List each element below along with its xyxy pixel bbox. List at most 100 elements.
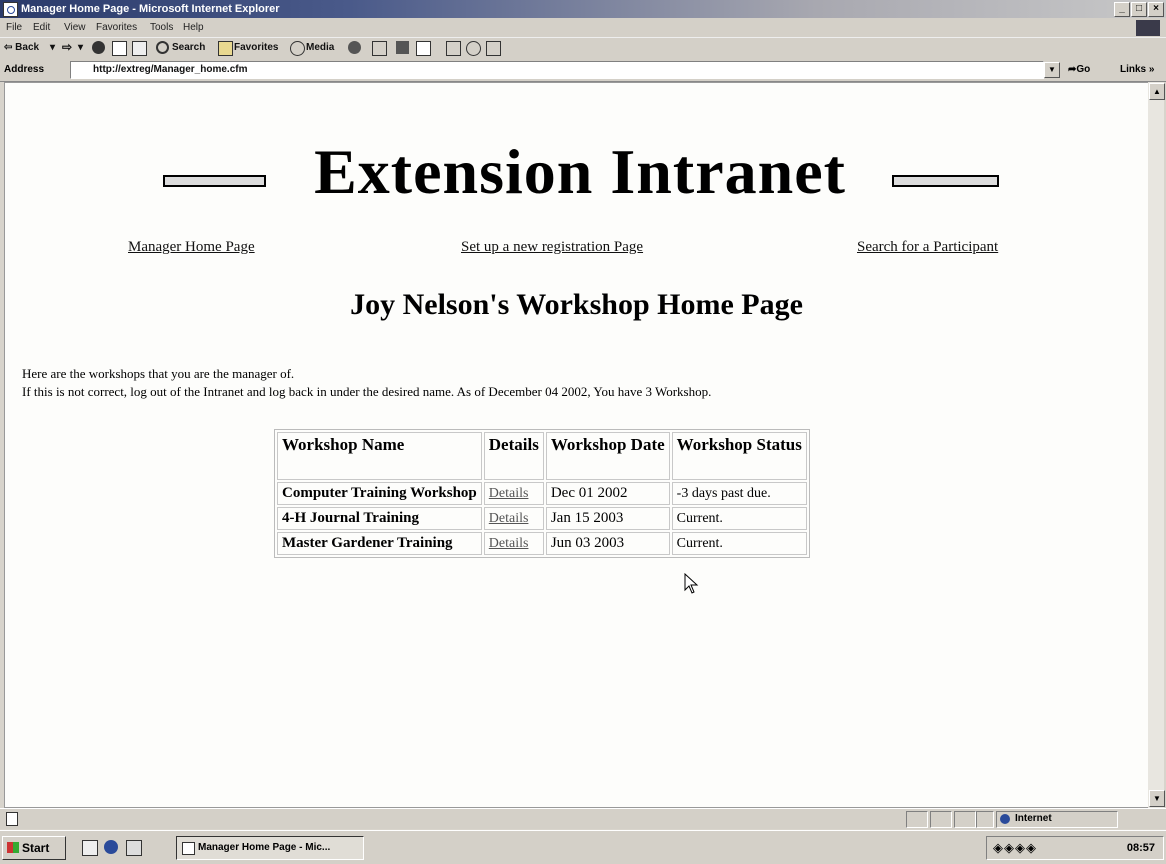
header-workshop-status: Workshop Status [671, 432, 807, 480]
taskbar-item-ie[interactable]: Manager Home Page - Mic... [176, 836, 364, 860]
globe-icon [1000, 814, 1010, 824]
table-row: Computer Training Workshop Details Dec 0… [277, 482, 807, 505]
vertical-scrollbar[interactable]: ▲ ▼ [1148, 82, 1165, 808]
page-content: Extension Intranet Manager Home Page Set… [4, 82, 1149, 808]
standard-toolbar: ⇦ Back ▾ ⇨ ▾ Search Favorites Media [0, 37, 1166, 61]
refresh-icon[interactable] [112, 41, 127, 56]
close-button[interactable]: × [1148, 2, 1164, 17]
stop-icon[interactable] [92, 41, 105, 54]
window-controls: _ □ × [1114, 2, 1164, 17]
nav-link-new-registration[interactable]: Set up a new registration Page [461, 239, 643, 256]
banner-bar-left [163, 175, 266, 187]
go-button[interactable]: ➦Go [1068, 64, 1090, 75]
windows-logo-icon [7, 842, 19, 853]
workshop-table: Workshop Name Details Workshop Date Work… [274, 429, 810, 558]
discuss-icon[interactable] [446, 41, 461, 56]
scroll-up-icon[interactable]: ▲ [1149, 83, 1165, 100]
details-link[interactable]: Details [483, 507, 544, 530]
menu-bar: File Edit View Favorites Tools Help [0, 18, 1166, 37]
workshop-status: Current. [671, 532, 807, 555]
minimize-button[interactable]: _ [1114, 2, 1130, 17]
status-bar: Internet [0, 808, 1166, 829]
intro-line-2: If this is not correct, log out of the I… [22, 384, 712, 399]
search-button[interactable]: Search [172, 42, 205, 53]
nav-link-search-participant[interactable]: Search for a Participant [857, 239, 998, 256]
system-tray: ◈◈◈◈ 08:57 [986, 836, 1164, 860]
history-icon[interactable] [348, 41, 361, 54]
address-dropdown-icon[interactable]: ▼ [1044, 62, 1060, 78]
address-input[interactable]: http://extreg/Manager_home.cfm [70, 61, 1044, 79]
banner-bar-right [892, 175, 999, 187]
clock[interactable]: 08:57 [1127, 842, 1155, 854]
ie-icon [182, 842, 195, 855]
home-icon[interactable] [132, 41, 147, 56]
page-icon [6, 812, 18, 826]
ie-icon [3, 2, 18, 17]
menu-file[interactable]: File [6, 22, 22, 33]
window-title-bar[interactable]: Manager Home Page - Microsoft Internet E… [0, 0, 1166, 18]
favorites-icon [218, 41, 233, 56]
tray-icons[interactable]: ◈◈◈◈ [993, 840, 1037, 856]
start-label: Start [22, 841, 50, 855]
messenger-icon[interactable] [466, 41, 481, 56]
workshop-status: Current. [671, 507, 807, 530]
workshop-date: Jun 03 2003 [545, 532, 670, 555]
taskbar-item-label: Manager Home Page - Mic... [198, 842, 331, 853]
menu-help[interactable]: Help [183, 22, 204, 33]
address-label: Address [4, 64, 45, 75]
mail-icon[interactable] [372, 41, 387, 56]
show-desktop-icon[interactable] [82, 840, 98, 856]
details-link[interactable]: Details [483, 532, 544, 555]
menu-tools[interactable]: Tools [150, 22, 173, 33]
workshop-status: -3 days past due. [671, 482, 807, 505]
ie-quicklaunch-icon[interactable] [104, 840, 118, 854]
search-icon [156, 41, 169, 54]
address-bar: Address http://extreg/Manager_home.cfm ▼… [0, 59, 1166, 82]
taskbar: Start Manager Home Page - Mic... ◈◈◈◈ 08… [0, 830, 1166, 864]
user-icon[interactable] [486, 41, 501, 56]
menu-edit[interactable]: Edit [33, 22, 50, 33]
header-workshop-name: Workshop Name [277, 432, 482, 480]
status-panel [930, 811, 952, 828]
media-icon [290, 41, 305, 56]
forward-dropdown-icon[interactable]: ▾ [78, 42, 83, 53]
back-button[interactable]: ⇦ Back [4, 42, 39, 53]
intro-line-1: Here are the workshops that you are the … [22, 366, 295, 381]
workshop-date: Jan 15 2003 [545, 507, 670, 530]
site-banner: Extension Intranet [5, 136, 1148, 223]
page-heading: Joy Nelson's Workshop Home Page [350, 288, 803, 321]
word-edit-icon[interactable] [416, 41, 431, 56]
start-button[interactable]: Start [2, 836, 66, 860]
site-title: Extension Intranet [314, 136, 846, 207]
print-icon[interactable] [396, 41, 409, 54]
mouse-cursor-icon [684, 573, 699, 594]
table-row: Master Gardener Training Details Jun 03 … [277, 532, 807, 555]
back-dropdown-icon[interactable]: ▾ [50, 42, 55, 53]
status-panel [906, 811, 928, 828]
media-button[interactable]: Media [306, 42, 334, 53]
maximize-button[interactable]: □ [1131, 2, 1147, 17]
details-link[interactable]: Details [483, 482, 544, 505]
menu-favorites[interactable]: Favorites [96, 22, 137, 33]
forward-button[interactable]: ⇨ [62, 40, 72, 54]
menu-view[interactable]: View [64, 22, 86, 33]
table-header-row: Workshop Name Details Workshop Date Work… [277, 432, 807, 480]
status-panel [954, 811, 976, 828]
zone-label: Internet [1015, 813, 1052, 824]
status-panel [976, 811, 994, 828]
scroll-down-icon[interactable]: ▼ [1149, 790, 1165, 807]
outlook-quicklaunch-icon[interactable] [126, 840, 142, 856]
workshop-date: Dec 01 2002 [545, 482, 670, 505]
favorites-button[interactable]: Favorites [234, 42, 278, 53]
links-button[interactable]: Links » [1120, 64, 1154, 75]
windows-logo-throbber [1136, 20, 1160, 36]
table-row: 4-H Journal Training Details Jan 15 2003… [277, 507, 807, 530]
security-zone: Internet [996, 811, 1118, 828]
header-workshop-date: Workshop Date [545, 432, 670, 480]
workshop-name: Master Gardener Training [277, 532, 482, 555]
window-title: Manager Home Page - Microsoft Internet E… [21, 3, 280, 15]
nav-link-manager-home[interactable]: Manager Home Page [128, 239, 255, 256]
address-url: http://extreg/Manager_home.cfm [93, 64, 248, 75]
workshop-name: Computer Training Workshop [277, 482, 482, 505]
workshop-name: 4-H Journal Training [277, 507, 482, 530]
